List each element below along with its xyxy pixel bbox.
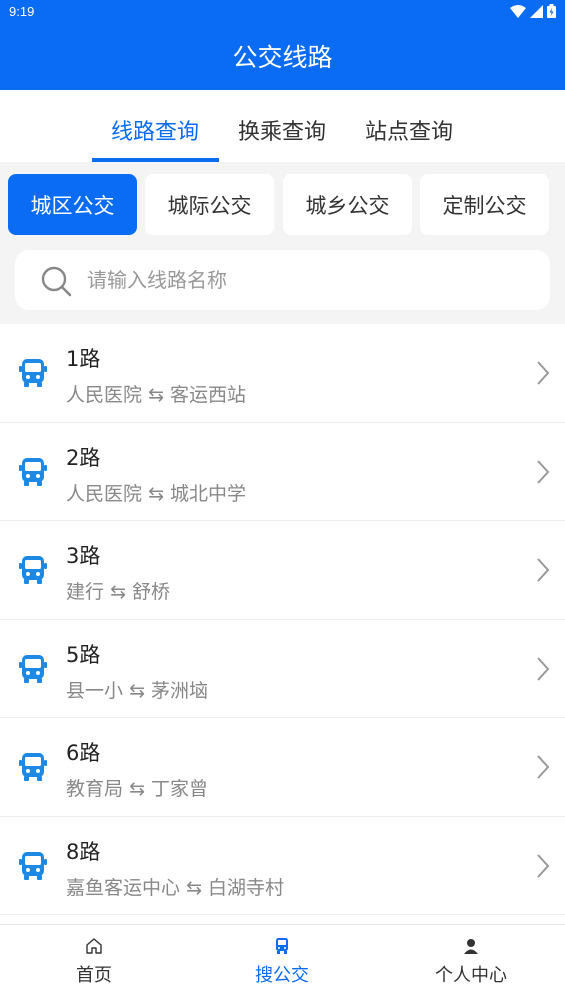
route-row-2[interactable]: 2路 人民医院 ⇆ 城北中学 [0, 422, 565, 521]
route-row-1[interactable]: 1路 人民医院 ⇆ 客运西站 [0, 324, 565, 423]
bidirectional-arrow-icon: ⇆ [148, 384, 164, 406]
tab-transfer-query[interactable]: 换乘查询 [217, 114, 347, 146]
route-name: 8路 [66, 839, 101, 864]
bidirectional-arrow-icon: ⇆ [110, 581, 126, 603]
route-terminals: 嘉鱼客运中心 ⇆ 白湖寺村 [66, 876, 285, 899]
battery-icon [547, 4, 556, 18]
route-name: 5路 [66, 642, 101, 667]
category-urban-bus[interactable]: 城区公交 [8, 174, 137, 235]
nav-home[interactable]: 首页 [0, 937, 188, 987]
category-section: 城区公交 城际公交 城乡公交 定制公交 [0, 162, 565, 324]
chevron-right-icon [537, 853, 550, 878]
status-icons [510, 4, 556, 18]
route-row-5[interactable]: 6路 教育局 ⇆ 丁家曾 [0, 718, 565, 817]
bus-icon [19, 654, 47, 683]
route-terminals: 人民医院 ⇆ 城北中学 [66, 482, 247, 505]
route-name: 3路 [66, 544, 101, 568]
bidirectional-arrow-icon: ⇆ [186, 876, 202, 899]
bidirectional-arrow-icon: ⇆ [148, 482, 164, 505]
chevron-right-icon [537, 558, 550, 582]
nav-search-bus[interactable]: 搜公交 [188, 937, 376, 987]
route-list: 1路 人民医院 ⇆ 客运西站 2路 人民医院 ⇆ 城北中学 3路 建行 ⇆ 舒桥… [0, 324, 565, 924]
route-name: 2路 [66, 445, 101, 470]
tab-route-query[interactable]: 线路查询 [90, 114, 220, 146]
category-custom-bus[interactable]: 定制公交 [420, 174, 549, 235]
category-rural-bus[interactable]: 城乡公交 [283, 174, 412, 235]
route-name: 6路 [66, 741, 101, 765]
bus-icon [19, 556, 47, 584]
bus-icon [19, 359, 47, 387]
category-intercity-bus[interactable]: 城际公交 [145, 174, 274, 235]
wifi-icon [510, 4, 526, 18]
route-row-6[interactable]: 8路 嘉鱼客运中心 ⇆ 白湖寺村 [0, 816, 565, 915]
signal-icon [530, 4, 543, 18]
nav-profile-label: 个人中心 [435, 965, 507, 986]
search-input[interactable] [87, 262, 527, 298]
route-terminals: 县一小 ⇆ 茅洲垴 [66, 679, 209, 702]
nav-profile[interactable]: 个人中心 [377, 937, 565, 987]
route-terminals: 建行 ⇆ 舒桥 [66, 581, 171, 603]
query-tabs: 线路查询 换乘查询 站点查询 [0, 90, 565, 162]
chevron-right-icon [537, 459, 550, 484]
status-time: 9:19 [9, 4, 35, 19]
search-icon [41, 266, 72, 297]
bottom-nav: 首页 搜公交 个人中心 [0, 924, 565, 1004]
user-icon [464, 939, 478, 954]
bus-icon [276, 938, 288, 954]
route-row-4[interactable]: 5路 县一小 ⇆ 茅洲垴 [0, 619, 565, 718]
nav-search-bus-label: 搜公交 [255, 965, 309, 986]
bus-icon [19, 753, 47, 781]
route-terminals: 人民医院 ⇆ 客运西站 [66, 384, 247, 406]
app-header: 9:19 公交线路 [0, 0, 565, 90]
page-title: 公交线路 [232, 43, 333, 72]
route-terminals: 教育局 ⇆ 丁家曾 [66, 778, 209, 800]
search-box[interactable] [15, 250, 550, 310]
nav-home-label: 首页 [76, 965, 112, 986]
status-bar: 9:19 [0, 0, 565, 24]
bus-icon [19, 851, 47, 880]
chevron-right-icon [537, 361, 550, 385]
home-icon [86, 938, 102, 954]
chevron-right-icon [537, 656, 550, 681]
tab-station-query[interactable]: 站点查询 [344, 114, 474, 146]
bidirectional-arrow-icon: ⇆ [129, 778, 145, 800]
bus-icon [19, 457, 47, 486]
route-row-3[interactable]: 3路 建行 ⇆ 舒桥 [0, 521, 565, 620]
bidirectional-arrow-icon: ⇆ [129, 679, 145, 702]
route-name: 1路 [66, 347, 101, 371]
chevron-right-icon [537, 755, 550, 779]
